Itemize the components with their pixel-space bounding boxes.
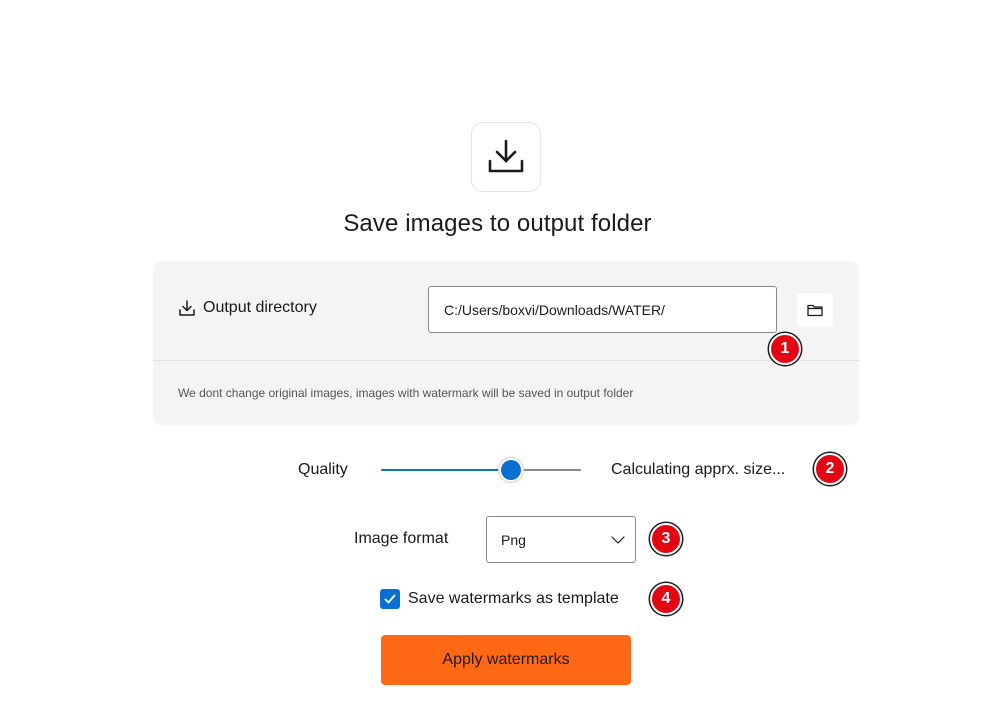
output-directory-label: Output directory (178, 299, 317, 317)
apply-watermarks-button[interactable]: Apply watermarks (381, 635, 631, 685)
image-format-value: Png (501, 531, 526, 548)
quality-slider-fill (381, 469, 511, 471)
browse-folder-button[interactable] (797, 293, 833, 327)
quality-slider[interactable] (381, 458, 581, 482)
chevron-down-icon (611, 536, 625, 544)
folder-icon (807, 304, 823, 317)
checkmark-icon (384, 594, 396, 604)
quality-slider-thumb[interactable] (501, 460, 521, 480)
output-directory-text: Output directory (203, 299, 317, 316)
approx-size-text: Calculating apprx. size... (611, 461, 786, 478)
save-template-option[interactable]: Save watermarks as template (380, 589, 619, 609)
annotation-badge-1: 1 (769, 333, 801, 365)
save-page: Save images to output folder Output dire… (0, 0, 995, 726)
annotation-badge-3: 3 (650, 523, 682, 555)
save-template-checkbox[interactable] (380, 589, 400, 609)
output-directory-row: Output directory (153, 261, 859, 361)
image-format-label: Image format (354, 530, 449, 547)
page-title: Save images to output folder (343, 210, 652, 237)
output-note: We dont change original images, images w… (178, 386, 634, 400)
download-icon (179, 300, 195, 316)
output-directory-input[interactable] (428, 286, 777, 333)
annotation-badge-2: 2 (814, 453, 846, 485)
image-format-select[interactable]: Png (486, 516, 636, 563)
quality-label: Quality (298, 461, 348, 478)
download-icon (471, 122, 541, 192)
output-card: Output directory We dont change original… (153, 261, 859, 425)
save-template-label: Save watermarks as template (408, 590, 619, 607)
annotation-badge-4: 4 (650, 583, 682, 615)
